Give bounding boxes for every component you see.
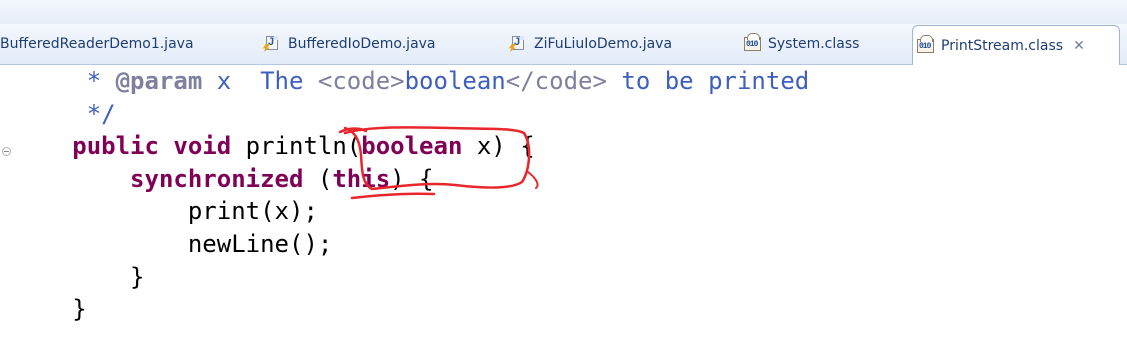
tab-label: System.class	[768, 36, 860, 52]
code-line-3: public void println(boolean x) {	[72, 132, 535, 161]
window-top-band	[0, 0, 1127, 25]
code-line-2: */	[86, 99, 116, 128]
tab-label: ZiFuLiuIoDemo.java	[534, 36, 673, 52]
close-tab-icon[interactable]: ✕	[1073, 38, 1085, 54]
tab-buffered-io-demo[interactable]: J BufferedIoDemo.java	[263, 24, 436, 64]
code-line-5: print(x);	[187, 197, 318, 226]
class-file-icon: 010	[744, 33, 762, 53]
tab-label: BufferedReaderDemo1.java	[0, 36, 194, 52]
tab-printstream-class[interactable]: 010 PrintStream.class ✕	[912, 25, 1120, 65]
code-line-4: synchronized (this) {	[130, 164, 434, 193]
java-file-icon: J	[263, 35, 282, 53]
tab-system-class[interactable]: 010 System.class	[744, 24, 859, 64]
code-line-1: * @param x The <code>boolean</code> to b…	[86, 67, 810, 95]
editor-tab-bar: BufferedReaderDemo1.java J BufferedIoDem…	[0, 24, 1127, 65]
code-text: * @param x The <code>boolean</code> to b…	[0, 65, 809, 326]
tab-buffered-reader-demo1[interactable]: BufferedReaderDemo1.java	[0, 24, 194, 64]
code-editor[interactable]: * @param x The <code>boolean</code> to b…	[0, 65, 1127, 344]
code-line-6: newLine();	[187, 229, 333, 258]
tab-label: BufferedIoDemo.java	[288, 36, 436, 52]
tab-zifuliu-io-demo[interactable]: J ZiFuLiuIoDemo.java	[509, 24, 673, 64]
java-file-icon: J	[509, 35, 528, 53]
code-line-8: }	[72, 295, 87, 324]
class-file-icon: 010	[917, 34, 935, 55]
code-line-7: }	[130, 262, 145, 291]
tab-label: PrintStream.class	[941, 37, 1064, 54]
